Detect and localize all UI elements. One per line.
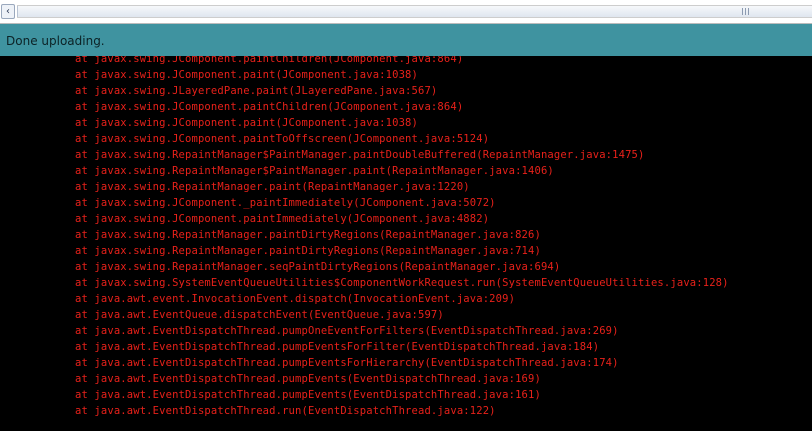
stack-trace-line: at java.awt.EventDispatchThread.pumpEven… <box>75 341 600 353</box>
scrollbar-thumb[interactable] <box>17 6 812 17</box>
stack-trace-line: at javax.swing.RepaintManager.paintDirty… <box>75 229 541 241</box>
stack-trace-line: at java.awt.event.InvocationEvent.dispat… <box>75 293 516 305</box>
stack-trace-line: at javax.swing.JComponent.paintChildren(… <box>75 101 464 113</box>
status-bar: Done uploading. <box>0 24 812 56</box>
stack-trace: at javax.swing.JComponent.paintChildren(… <box>0 56 729 419</box>
stack-trace-line: at javax.swing.JComponent._paintImmediat… <box>75 197 496 209</box>
stack-trace-line: at java.awt.EventQueue.dispatchEvent(Eve… <box>75 309 444 321</box>
scrollbar-track[interactable] <box>17 5 812 18</box>
console-output: at javax.swing.JComponent.paintChildren(… <box>0 56 812 431</box>
stack-trace-line: at java.awt.EventDispatchThread.pumpEven… <box>75 389 541 401</box>
stack-trace-line: at java.awt.EventDispatchThread.pumpEven… <box>75 373 541 385</box>
stack-trace-line: at javax.swing.JComponent.paint(JCompone… <box>75 117 418 129</box>
stack-trace-line: at javax.swing.RepaintManager$PaintManag… <box>75 165 554 177</box>
stack-trace-line: at javax.swing.RepaintManager.paint(Repa… <box>75 181 470 193</box>
chevron-left-icon: ‹ <box>6 6 10 17</box>
stack-trace-line: at javax.swing.RepaintManager$PaintManag… <box>75 149 645 161</box>
stack-trace-line: at javax.swing.JComponent.paint(JCompone… <box>75 69 418 81</box>
status-text: Done uploading. <box>6 34 105 48</box>
horizontal-scrollbar[interactable]: ‹ <box>0 0 812 24</box>
stack-trace-line: at javax.swing.RepaintManager.paintDirty… <box>75 245 541 257</box>
stack-trace-line: at java.awt.EventDispatchThread.pumpOneE… <box>75 325 619 337</box>
stack-trace-line: at javax.swing.RepaintManager.seqPaintDi… <box>75 261 561 273</box>
stack-trace-line: at javax.swing.JLayeredPane.paint(JLayer… <box>75 85 438 97</box>
stack-trace-line: at java.awt.EventDispatchThread.pumpEven… <box>75 357 619 369</box>
scroll-left-button[interactable]: ‹ <box>1 4 15 19</box>
stack-trace-line: at javax.swing.JComponent.paintToOffscre… <box>75 133 490 145</box>
stack-trace-line: at javax.swing.JComponent.paintImmediate… <box>75 213 490 225</box>
stack-trace-line: at java.awt.EventDispatchThread.run(Even… <box>75 405 496 417</box>
stack-trace-line: at javax.swing.SystemEventQueueUtilities… <box>75 277 729 289</box>
stack-trace-line: at javax.swing.JComponent.paintChildren(… <box>75 56 464 65</box>
grip-icon <box>742 8 751 15</box>
